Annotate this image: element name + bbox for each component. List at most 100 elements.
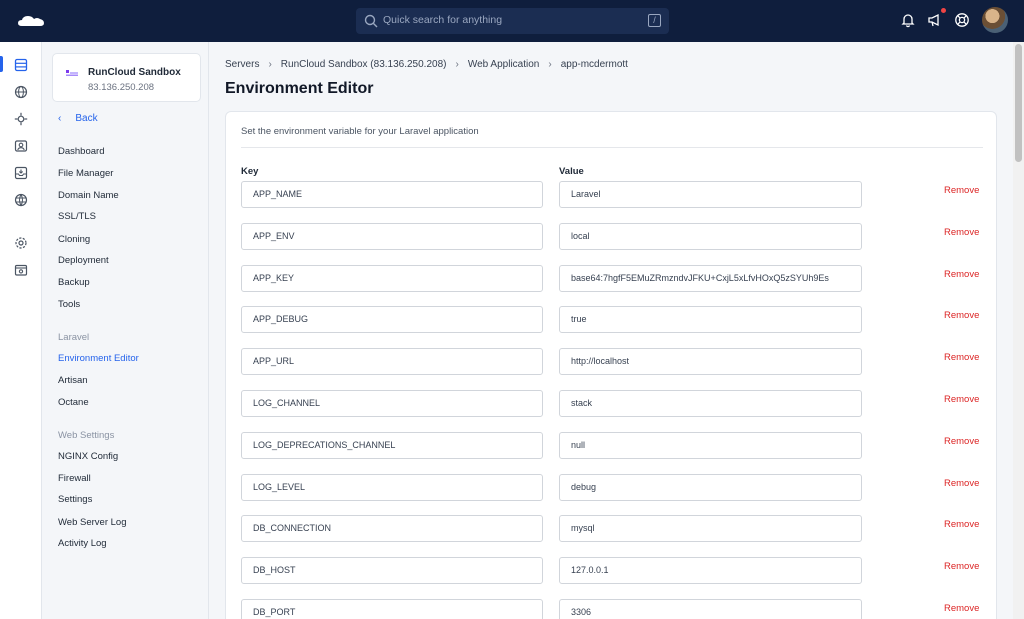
- sidebar-item-web-server-log[interactable]: Web Server Log: [58, 517, 126, 528]
- back-link[interactable]: ‹ Back: [58, 113, 98, 124]
- sidebar-item-firewall[interactable]: Firewall: [58, 473, 91, 484]
- breadcrumb-web-application[interactable]: Web Application: [468, 59, 540, 70]
- remove-button[interactable]: Remove: [944, 561, 979, 572]
- search-icon: [364, 14, 378, 28]
- env-value-input[interactable]: http://localhost: [559, 348, 862, 376]
- env-value-input[interactable]: 127.0.0.1: [559, 557, 862, 585]
- user-avatar[interactable]: [982, 7, 1008, 33]
- sidebar-item-ssl-tls[interactable]: SSL/TLS: [58, 211, 96, 222]
- app-sidebar: RunCloud Sandbox 83.136.250.208 ‹ Back Da…: [42, 42, 209, 619]
- env-row: DB_PORT 3306 Remove: [226, 599, 998, 619]
- globe-icon[interactable]: [14, 85, 28, 99]
- env-value-input[interactable]: mysql: [559, 515, 862, 543]
- env-row: APP_ENV local Remove: [226, 222, 998, 251]
- env-value-input[interactable]: base64:7hgfF5EMuZRmzndvJFKU+CxjL5xLfvHOx…: [559, 264, 862, 292]
- env-editor-card: Set the environment variable for your La…: [225, 111, 997, 619]
- breadcrumb-chevron-icon: ›: [268, 59, 272, 70]
- env-value-input[interactable]: debug: [559, 473, 862, 501]
- breadcrumb-server[interactable]: RunCloud Sandbox (83.136.250.208): [281, 59, 447, 70]
- sidebar-item-settings[interactable]: Settings: [58, 494, 92, 505]
- sidebar-item-dashboard[interactable]: Dashboard: [58, 146, 104, 157]
- env-key-input[interactable]: APP_NAME: [241, 181, 543, 208]
- env-value-input[interactable]: 3306: [559, 599, 862, 619]
- env-row: APP_KEY base64:7hgfF5EMuZRmzndvJFKU+CxjL5…: [226, 264, 998, 293]
- remove-button[interactable]: Remove: [944, 394, 979, 405]
- env-row: LOG_DEPRECATIONS_CHANNEL null Remove: [226, 431, 998, 460]
- divider: [241, 147, 983, 148]
- sidebar-heading-web-settings: Web Settings: [58, 430, 115, 441]
- sidebar-item-environment-editor[interactable]: Environment Editor: [58, 353, 139, 364]
- env-row: DB_HOST 127.0.0.1 Remove: [226, 557, 998, 585]
- env-value-input[interactable]: null: [559, 431, 862, 459]
- env-key-input[interactable]: LOG_DEPRECATIONS_CHANNEL: [241, 431, 543, 459]
- top-bar: Quick search for anything /: [0, 0, 1024, 42]
- remove-button[interactable]: Remove: [944, 478, 979, 489]
- remove-button[interactable]: Remove: [944, 352, 979, 363]
- env-key-input[interactable]: APP_URL: [241, 348, 543, 376]
- sidebar-item-octane[interactable]: Octane: [58, 397, 89, 408]
- breadcrumb-servers[interactable]: Servers: [225, 59, 259, 70]
- page-title: Environment Editor: [225, 80, 374, 97]
- env-key-input[interactable]: APP_ENV: [241, 222, 543, 250]
- servers-icon[interactable]: [14, 58, 28, 72]
- search-shortcut-badge: /: [648, 14, 661, 27]
- icon-rail: [0, 42, 42, 619]
- search-placeholder: Quick search for anything: [383, 14, 503, 26]
- chevron-left-icon: ‹: [58, 113, 62, 124]
- breadcrumb-chevron-icon: ›: [455, 59, 459, 70]
- server-ip: 83.136.250.208: [88, 82, 155, 93]
- runcloud-logo-icon[interactable]: [16, 12, 46, 30]
- integrations-icon[interactable]: [14, 112, 28, 126]
- billing-icon[interactable]: [14, 263, 28, 277]
- notification-dot: [941, 8, 946, 13]
- env-key-input[interactable]: APP_DEBUG: [241, 306, 543, 334]
- sidebar-item-deployment[interactable]: Deployment: [58, 255, 109, 266]
- search-bar[interactable]: Quick search for anything /: [356, 8, 669, 34]
- remove-button[interactable]: Remove: [944, 269, 979, 280]
- remove-button[interactable]: Remove: [944, 227, 979, 238]
- bell-icon[interactable]: [900, 12, 916, 28]
- inbox-icon[interactable]: [14, 166, 28, 180]
- env-row: LOG_CHANNEL stack Remove: [226, 390, 998, 418]
- server-card[interactable]: RunCloud Sandbox 83.136.250.208: [52, 53, 201, 102]
- remove-button[interactable]: Remove: [944, 310, 979, 321]
- value-column-header: Value: [559, 166, 584, 177]
- env-value-input[interactable]: Laravel: [559, 181, 862, 208]
- env-row: LOG_LEVEL debug Remove: [226, 473, 998, 502]
- team-icon[interactable]: [14, 139, 28, 153]
- env-key-input[interactable]: APP_KEY: [241, 264, 543, 292]
- sidebar-item-cloning[interactable]: Cloning: [58, 234, 90, 245]
- env-key-input[interactable]: DB_PORT: [241, 599, 543, 619]
- sidebar-item-nginx-config[interactable]: NGINX Config: [58, 451, 118, 462]
- rail-active-indicator: [0, 56, 3, 72]
- support-icon[interactable]: [954, 12, 970, 28]
- env-value-input[interactable]: stack: [559, 390, 862, 417]
- remove-button[interactable]: Remove: [944, 436, 979, 447]
- sidebar-item-tools[interactable]: Tools: [58, 299, 80, 310]
- settings-gear-icon[interactable]: [14, 236, 28, 250]
- breadcrumb-app: app-mcdermott: [560, 59, 628, 70]
- scrollbar-thumb[interactable]: [1015, 44, 1022, 162]
- back-label: Back: [75, 113, 98, 124]
- server-name: RunCloud Sandbox: [88, 67, 181, 78]
- env-key-input[interactable]: LOG_LEVEL: [241, 473, 543, 501]
- sidebar-item-activity-log[interactable]: Activity Log: [58, 538, 107, 549]
- env-row: APP_NAME Laravel Remove: [226, 181, 998, 209]
- remove-button[interactable]: Remove: [944, 185, 979, 196]
- env-value-input[interactable]: local: [559, 222, 862, 250]
- env-key-input[interactable]: DB_HOST: [241, 557, 543, 585]
- env-value-input[interactable]: true: [559, 306, 862, 334]
- editor-description: Set the environment variable for your La…: [241, 126, 479, 137]
- env-key-input[interactable]: LOG_CHANNEL: [241, 390, 543, 417]
- sidebar-item-file-manager[interactable]: File Manager: [58, 168, 113, 179]
- sidebar-item-domain-name[interactable]: Domain Name: [58, 190, 119, 201]
- network-globe-icon[interactable]: [14, 193, 28, 207]
- env-key-input[interactable]: DB_CONNECTION: [241, 515, 543, 543]
- announcement-icon[interactable]: [927, 12, 943, 28]
- sidebar-item-backup[interactable]: Backup: [58, 277, 90, 288]
- breadcrumb-chevron-icon: ›: [548, 59, 552, 70]
- env-row: APP_DEBUG true Remove: [226, 306, 998, 334]
- remove-button[interactable]: Remove: [944, 603, 979, 614]
- sidebar-item-artisan[interactable]: Artisan: [58, 375, 88, 386]
- remove-button[interactable]: Remove: [944, 519, 979, 530]
